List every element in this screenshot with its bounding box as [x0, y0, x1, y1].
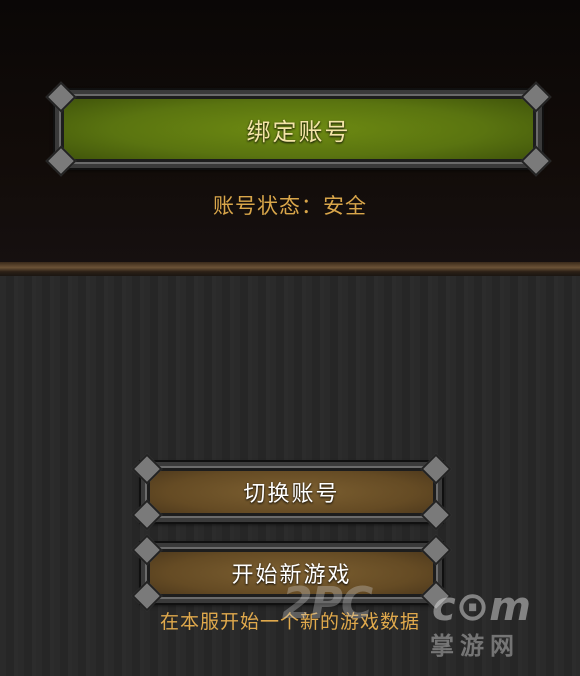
new-game-hint: 在本服开始一个新的游戏数据 [159, 611, 420, 633]
panel-divider [0, 262, 580, 276]
account-status-text: 账号状态：安全 [213, 194, 367, 218]
bind-account-label: 绑定账号 [246, 117, 351, 146]
start-new-game-button[interactable]: 开始新游戏 [131, 541, 452, 612]
bind-account-button[interactable]: 绑定账号 [45, 88, 552, 177]
start-new-game-label: 开始新游戏 [231, 563, 352, 588]
switch-account-button[interactable]: 切换账号 [131, 460, 452, 531]
switch-account-label: 切换账号 [243, 482, 340, 507]
